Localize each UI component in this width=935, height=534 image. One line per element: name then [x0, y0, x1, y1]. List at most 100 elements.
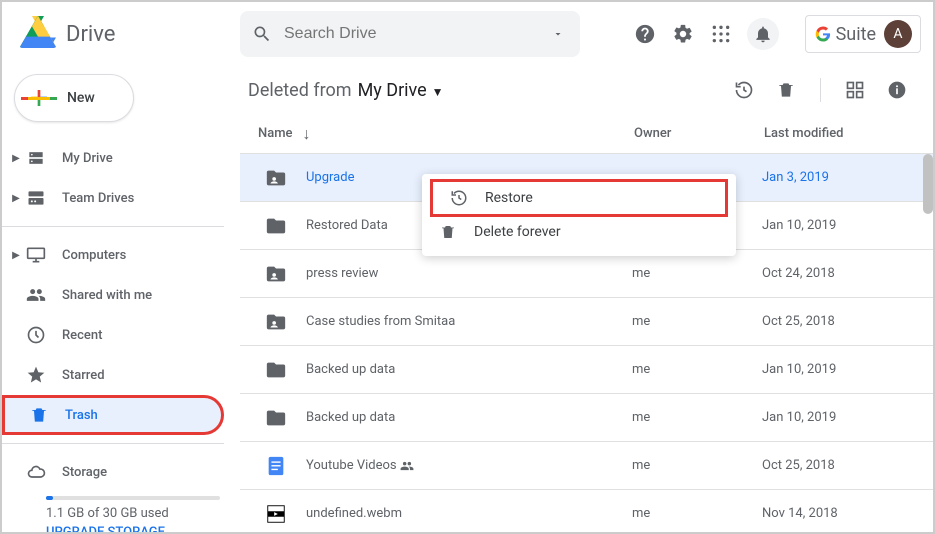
sidebar-item-team-drives[interactable]: ▶ Team Drives	[2, 178, 224, 218]
sidebar-item-label: Storage	[62, 465, 107, 480]
context-menu: Restore Delete forever	[422, 174, 736, 256]
ctx-label: Delete forever	[474, 224, 561, 240]
file-modified: Jan 3, 2019	[762, 170, 933, 185]
logo-area[interactable]: Drive	[20, 16, 240, 52]
avatar[interactable]: A	[884, 20, 912, 48]
sidebar-item-label: Starred	[62, 368, 105, 383]
delete-icon[interactable]	[774, 78, 798, 102]
chevron-right-icon: ▶	[10, 153, 22, 164]
file-owner: me	[632, 266, 762, 281]
title-scope: My Drive	[358, 80, 427, 101]
column-header: Name↓ Owner Last modified	[240, 114, 933, 154]
search-box[interactable]	[240, 11, 580, 57]
sidebar-item-label: Trash	[65, 408, 98, 423]
drive-logo-icon	[20, 16, 56, 52]
sidebar-item-label: Computers	[62, 248, 126, 263]
search-input[interactable]	[284, 25, 546, 43]
search-icon[interactable]	[250, 22, 274, 46]
col-modified[interactable]: Last modified	[764, 126, 933, 141]
breadcrumb[interactable]: Deleted from My Drive ▼	[244, 80, 444, 101]
help-icon[interactable]	[633, 22, 657, 46]
file-name: Backed up data	[306, 362, 632, 377]
sidebar-item-storage[interactable]: Storage	[2, 452, 224, 492]
sidebar-item-my-drive[interactable]: ▶ My Drive	[2, 138, 224, 178]
restore-icon[interactable]	[732, 78, 756, 102]
col-owner[interactable]: Owner	[634, 126, 764, 141]
trash-icon	[29, 405, 49, 425]
scrollbar-thumb[interactable]	[923, 154, 933, 214]
file-type-icon	[264, 358, 288, 382]
storage-usage: 1.1 GB of 30 GB used	[46, 506, 240, 521]
table-row[interactable]: Backed up datameJan 10, 2019	[240, 394, 933, 442]
people-icon	[26, 285, 46, 305]
ctx-restore[interactable]: Restore	[433, 182, 725, 214]
header-icons: Suite A	[633, 15, 921, 53]
sidebar-item-label: Recent	[62, 328, 102, 343]
file-name: Backed up data	[306, 410, 632, 425]
file-type-icon	[264, 166, 288, 190]
storage-section: 1.1 GB of 30 GB used UPGRADE STORAGE	[2, 496, 240, 532]
file-type-icon	[264, 214, 288, 238]
file-owner: me	[632, 506, 762, 521]
table-row[interactable]: Youtube Videos meOct 25, 2018	[240, 442, 933, 490]
computers-icon	[26, 245, 46, 265]
file-modified: Jan 10, 2019	[762, 362, 933, 377]
file-owner: me	[632, 458, 762, 473]
sidebar-item-recent[interactable]: Recent	[2, 315, 224, 355]
file-owner: me	[632, 410, 762, 425]
title-prefix: Deleted from	[248, 80, 352, 101]
star-icon	[26, 365, 46, 385]
file-modified: Nov 14, 2018	[762, 506, 933, 521]
sidebar-item-starred[interactable]: Starred	[2, 355, 224, 395]
trash-icon	[438, 222, 458, 242]
upgrade-storage-link[interactable]: UPGRADE STORAGE	[46, 525, 240, 532]
restore-icon	[449, 188, 469, 208]
my-drive-icon	[26, 148, 46, 168]
chevron-down-icon: ▼	[429, 85, 444, 99]
notifications-icon[interactable]	[747, 18, 779, 50]
sidebar-item-trash[interactable]: Trash	[2, 395, 224, 435]
file-type-icon	[264, 502, 288, 526]
cloud-icon	[26, 462, 46, 482]
sidebar-item-computers[interactable]: ▶ Computers	[2, 235, 224, 275]
grid-view-icon[interactable]	[843, 78, 867, 102]
new-button[interactable]: New	[14, 74, 134, 122]
file-name: undefined.webm	[306, 506, 632, 521]
file-type-icon	[264, 310, 288, 334]
chevron-right-icon: ▶	[10, 193, 22, 204]
table-row[interactable]: press reviewmeOct 24, 2018	[240, 250, 933, 298]
file-modified: Oct 25, 2018	[762, 314, 933, 329]
sidebar-item-label: Team Drives	[62, 191, 134, 206]
info-icon[interactable]	[885, 78, 909, 102]
file-type-icon	[264, 406, 288, 430]
app-title: Drive	[66, 22, 115, 47]
sidebar-item-shared[interactable]: Shared with me	[2, 275, 224, 315]
main: Deleted from My Drive ▼ Name↓ Owner Last…	[240, 66, 933, 532]
chevron-right-icon: ▶	[10, 250, 22, 261]
new-button-label: New	[67, 90, 95, 106]
sidebar: New ▶ My Drive ▶ Team Drives ▶ Computers	[2, 66, 240, 532]
table-row[interactable]: undefined.webmmeNov 14, 2018	[240, 490, 933, 532]
ctx-delete-forever[interactable]: Delete forever	[422, 216, 736, 248]
gsuite-badge[interactable]: Suite A	[805, 15, 921, 53]
gear-icon[interactable]	[671, 22, 695, 46]
table-row[interactable]: Backed up datameJan 10, 2019	[240, 346, 933, 394]
col-name[interactable]: Name↓	[258, 124, 634, 144]
header: Drive Suite A	[2, 2, 933, 66]
toolbar: Deleted from My Drive ▼	[240, 66, 933, 114]
search-dropdown-icon[interactable]	[546, 22, 570, 46]
sidebar-item-label: Shared with me	[62, 288, 152, 303]
table-row[interactable]: Case studies from SmitaameOct 25, 2018	[240, 298, 933, 346]
file-type-icon	[264, 262, 288, 286]
sort-arrow-icon: ↓	[303, 124, 311, 144]
ctx-label: Restore	[485, 190, 533, 206]
file-modified: Oct 25, 2018	[762, 458, 933, 473]
file-name: Case studies from Smitaa	[306, 314, 632, 329]
clock-icon	[26, 325, 46, 345]
plus-icon	[21, 80, 57, 116]
file-name: press review	[306, 266, 632, 281]
file-modified: Jan 10, 2019	[762, 410, 933, 425]
storage-bar	[46, 496, 220, 500]
sidebar-item-label: My Drive	[62, 151, 113, 166]
apps-icon[interactable]	[709, 22, 733, 46]
